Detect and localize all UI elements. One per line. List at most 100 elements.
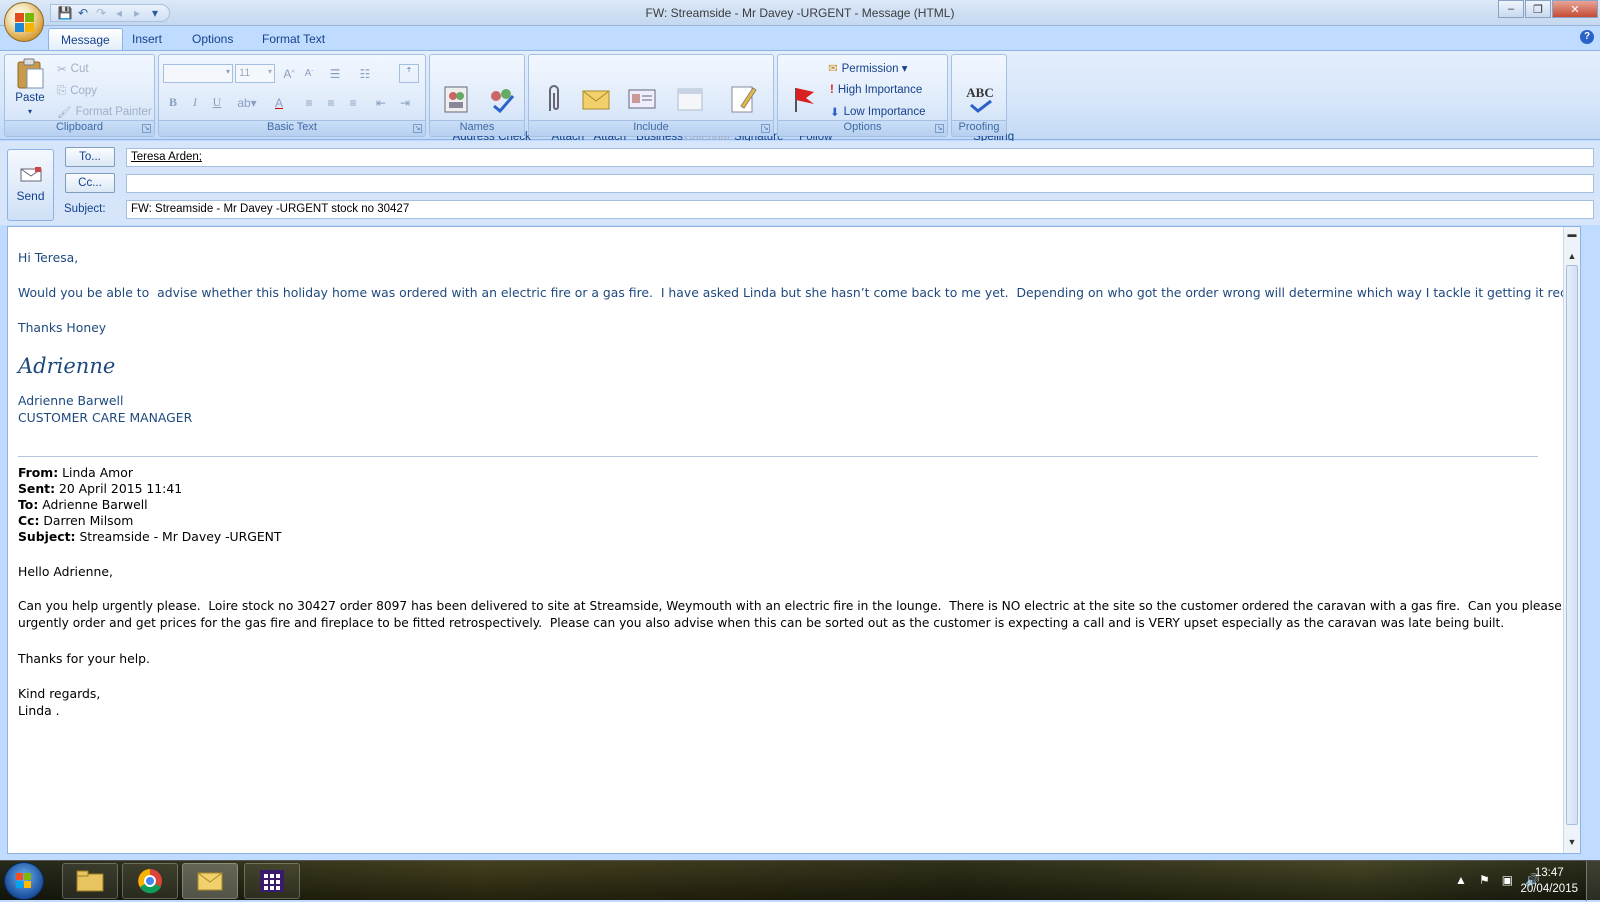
fwd-sent: Sent: 20 April 2015 11:41 [18, 481, 1558, 497]
high-importance-button[interactable]: ! High Importance [830, 81, 922, 99]
font-size-select[interactable]: 11 ▾ [235, 64, 275, 83]
tab-message[interactable]: Message [48, 28, 123, 50]
vertical-scrollbar[interactable]: ▬ ▲ ▼ [1563, 227, 1580, 853]
align-left-icon[interactable]: ≡ [299, 93, 319, 112]
cc-button[interactable]: Cc... [65, 173, 115, 193]
from-value: Linda Amor [58, 465, 133, 480]
help-icon[interactable]: ? [1580, 30, 1594, 44]
to-recipient[interactable]: Teresa Arden; [131, 151, 202, 163]
divider [18, 456, 1538, 457]
business-card-icon [626, 83, 658, 115]
bold-button[interactable]: B [163, 93, 183, 112]
tab-insert[interactable]: Insert [120, 28, 174, 50]
greeting: Hi Teresa, [18, 250, 79, 265]
check-names-icon [485, 83, 517, 115]
action-center-flag-icon[interactable]: ⚑ [1479, 873, 1490, 887]
scroll-down-icon[interactable]: ▼ [1566, 837, 1578, 849]
outlook-icon[interactable] [182, 863, 238, 899]
spelling-icon: ABC [964, 83, 996, 115]
include-group: Attach File Attach Item Business Card ▾ … [528, 54, 783, 156]
network-icon[interactable]: ▣ [1502, 873, 1513, 887]
numbering-icon[interactable]: ☷ [355, 64, 375, 83]
highlight-icon[interactable]: ab▾ [237, 93, 257, 112]
abc-label: ABC [966, 84, 994, 100]
to-value: Adrienne Barwell [38, 497, 148, 512]
fwd-from: From: Linda Amor [18, 465, 1558, 481]
title-bar: 💾 ↶ ↷ ◂ ▸ ▾ FW: Streamside - Mr Davey -U… [0, 0, 1600, 26]
clipboard-group-label: Clipboard [5, 120, 154, 136]
format-painter-button[interactable]: 🖌 Format Painter [57, 103, 152, 121]
clock[interactable]: 13:47 20/04/2015 [1520, 865, 1578, 897]
tab-format-text[interactable]: Format Text [250, 28, 337, 50]
chevron-down-icon: ▾ [267, 67, 272, 76]
chrome-icon[interactable] [122, 863, 178, 899]
align-center-icon[interactable]: ≡ [321, 93, 341, 112]
grow-font-icon[interactable]: A ^ [279, 64, 299, 83]
paste-icon [14, 57, 46, 89]
shrink-font-icon[interactable]: Aˇ [299, 64, 319, 83]
copy-icon: ⎘ [57, 84, 67, 97]
paste-button[interactable]: Paste ▾ [9, 57, 51, 118]
to-button[interactable]: To... [65, 147, 115, 167]
copy-button[interactable]: ⎘ Copy [57, 82, 97, 100]
file-explorer-icon[interactable] [62, 863, 118, 899]
sent-value: 20 April 2015 11:41 [55, 481, 183, 496]
font-name-select[interactable]: ▾ [163, 64, 233, 83]
underline-button[interactable]: U [207, 93, 227, 112]
send-envelope-icon [8, 166, 53, 187]
fwd-line-1: Can you help urgently please. Loire stoc… [18, 599, 1562, 613]
subject-label: Subject: [64, 203, 106, 215]
thanks-line: Thanks Honey [18, 320, 107, 335]
low-importance-button[interactable]: ⬇ Low Importance [830, 103, 925, 121]
clear-formatting-icon[interactable]: ꜛ [399, 64, 419, 83]
send-button[interactable]: Send [7, 149, 54, 221]
restore-button[interactable]: ❐ [1525, 0, 1551, 18]
scroll-thumb[interactable] [1566, 265, 1578, 825]
send-label: Send [16, 189, 45, 203]
signature-icon [727, 83, 759, 115]
window-controls: ‒ ❐ ✕ [1498, 0, 1598, 18]
message-content[interactable]: Hi Teresa, Would you be able to advise w… [18, 249, 1580, 719]
to-field[interactable]: Teresa Arden; [126, 148, 1594, 167]
subject-field[interactable]: FW: Streamside - Mr Davey -URGENT stock … [126, 200, 1594, 219]
dialog-launcher-icon[interactable]: ↘ [142, 124, 151, 133]
increase-indent-icon[interactable]: ⇥ [395, 93, 415, 112]
close-button[interactable]: ✕ [1552, 0, 1598, 18]
signature-title: CUSTOMER CARE MANAGER [18, 410, 193, 425]
ruler-toggle-icon[interactable]: ▬ [1566, 229, 1578, 241]
message-body[interactable]: Hi Teresa, Would you be able to advise w… [7, 226, 1581, 854]
office-button[interactable] [4, 2, 44, 42]
start-button[interactable] [4, 862, 44, 900]
tab-options[interactable]: Options [180, 28, 245, 50]
ribbon-tabs: Message Insert Options Format Text ? [0, 26, 1600, 50]
paintbrush-icon: 🖌 [57, 107, 72, 119]
office-logo-icon [15, 13, 35, 33]
tray-expand-icon[interactable]: ▲ [1455, 873, 1467, 887]
fwd-regards: Kind regards, [18, 686, 101, 701]
dialog-launcher-icon[interactable]: ↘ [413, 124, 422, 133]
paperclip-icon [538, 83, 570, 115]
cc-label: Cc: [18, 513, 40, 528]
chevron-down-icon: ▾ [225, 67, 230, 76]
clipboard-group: Paste ▾ ✂ Cut ⎘ Copy 🖌 Format Painter Clipb… [4, 54, 155, 137]
permission-button[interactable]: ✉ Permission ▾ [828, 59, 908, 77]
bullets-icon[interactable]: ☰ [325, 64, 345, 83]
signature-script: Adrienne [18, 354, 116, 378]
show-desktop-button[interactable] [1586, 861, 1600, 901]
decrease-indent-icon[interactable]: ⇤ [371, 93, 391, 112]
to-label: To: [18, 497, 39, 512]
dialog-launcher-icon[interactable]: ↘ [761, 124, 770, 133]
italic-button[interactable]: I [185, 93, 205, 112]
minimize-button[interactable]: ‒ [1498, 0, 1524, 18]
scroll-up-icon[interactable]: ▲ [1566, 251, 1578, 263]
from-label: From: [18, 465, 59, 480]
include-group-label: Include [529, 120, 773, 136]
dialog-launcher-icon[interactable]: ↘ [935, 124, 944, 133]
align-right-icon[interactable]: ≡ [343, 93, 363, 112]
app-grid-icon[interactable] [244, 863, 300, 899]
sent-label: Sent: [18, 481, 56, 496]
fwd-name: Linda . [18, 703, 60, 718]
font-color-icon[interactable]: A [269, 93, 289, 112]
cc-field[interactable] [126, 174, 1594, 193]
cut-button[interactable]: ✂ Cut [57, 60, 89, 78]
